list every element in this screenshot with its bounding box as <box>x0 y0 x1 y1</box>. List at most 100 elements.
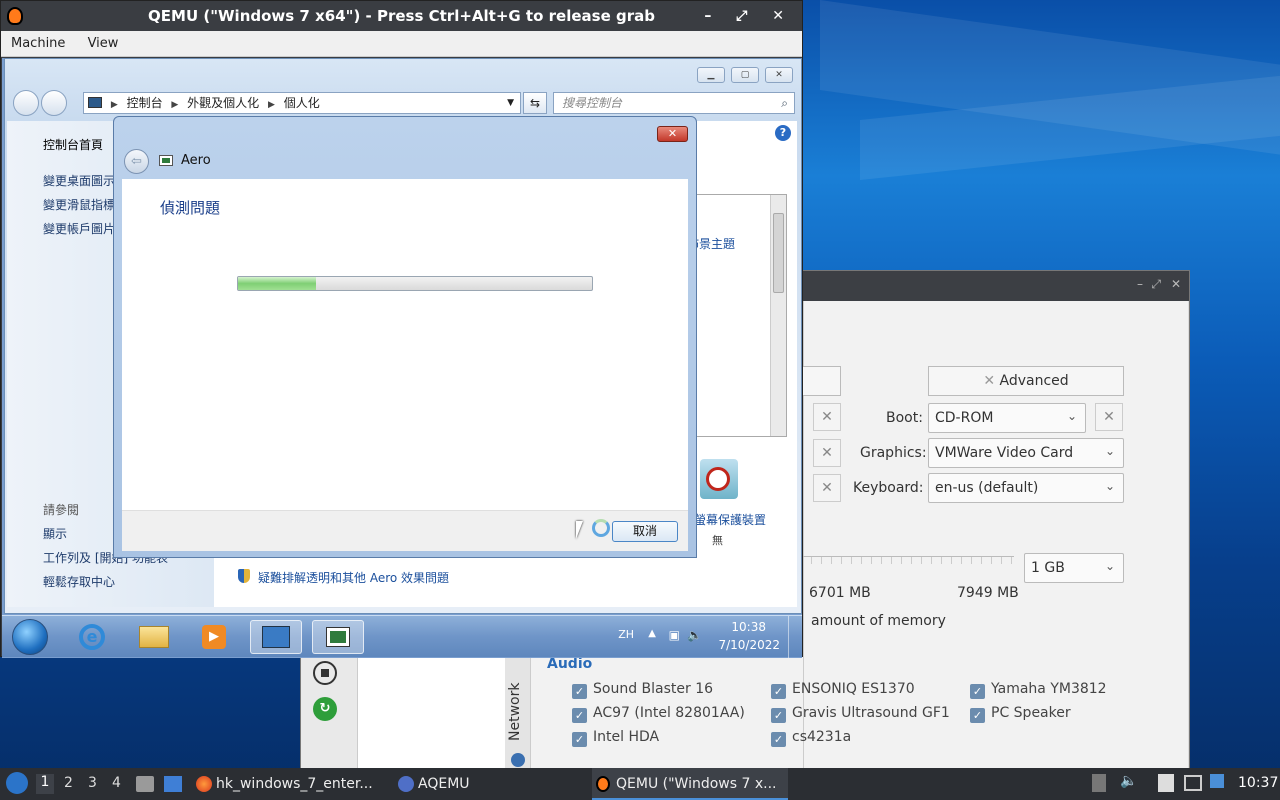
search-icon[interactable]: ⌕ <box>781 93 788 113</box>
dialog-body: 偵測問題 <box>122 179 688 510</box>
audio-checkbox[interactable]: ✓ cs4231a <box>771 729 851 747</box>
media-player-icon[interactable]: ▶ <box>188 620 240 654</box>
tools-icon[interactable]: ✕ <box>813 403 841 431</box>
back-arrow-icon[interactable]: ⇦ <box>124 149 149 174</box>
tab-network[interactable]: Network <box>505 651 531 769</box>
help-icon[interactable]: ? <box>775 125 791 141</box>
desktop-icon[interactable] <box>164 776 182 792</box>
network-icon[interactable]: ▣ <box>669 628 680 642</box>
guest-taskbar: e ▶ ZH ▲ ▣ 🔈 10:38 7/10/2022 <box>2 615 802 658</box>
boot-value: CD-ROM <box>935 410 994 426</box>
link-troubleshoot-aero[interactable]: 疑難排解透明和其他 Aero 效果問題 <box>258 569 449 586</box>
guest-clock-date[interactable]: 7/10/2022 <box>718 638 780 652</box>
shield-icon <box>238 569 250 583</box>
breadcrumb-personalization[interactable]: 個人化 <box>284 96 320 110</box>
cancel-button[interactable]: 取消 <box>612 521 678 542</box>
qemu-titlebar[interactable]: QEMU ("Windows 7 x64") - Press Ctrl+Alt+… <box>1 1 802 31</box>
audio-checkbox-label: Gravis Ultrasound GF1 <box>792 705 950 721</box>
reset-icon[interactable]: ↻ <box>313 697 337 721</box>
breadcrumb-appearance[interactable]: 外觀及個人化 <box>187 96 259 110</box>
screensaver-icon[interactable] <box>700 459 738 499</box>
link-change-desktop-icons[interactable]: 變更桌面圖示 <box>43 172 115 189</box>
theme-list[interactable]: 佈景主題 <box>687 194 787 437</box>
memory-select[interactable]: 1 GB ⌄ <box>1024 553 1124 583</box>
task-firefox[interactable]: hk_windows_7_enter... <box>192 768 388 800</box>
menu-view[interactable]: View <box>88 36 119 51</box>
tray-app-icon[interactable] <box>1092 774 1106 792</box>
maximize-button[interactable]: ▢ <box>731 67 759 83</box>
tools-icon[interactable]: ✕ <box>813 439 841 467</box>
audio-checkbox[interactable]: ✓ Intel HDA <box>572 729 659 747</box>
forward-button[interactable] <box>41 90 67 116</box>
link-control-panel-home[interactable]: 控制台首頁 <box>43 136 103 153</box>
workspace-2[interactable]: 2 <box>64 775 73 791</box>
qemu-window: QEMU ("Windows 7 x64") - Press Ctrl+Alt+… <box>0 0 803 658</box>
address-bar[interactable]: ▶ 控制台 ▶ 外觀及個人化 ▶ 個人化 ▼ <box>83 92 521 114</box>
host-clock[interactable]: 10:37 <box>1238 775 1278 791</box>
speaker-icon[interactable]: 🔈 <box>687 628 702 642</box>
boot-tools-icon[interactable]: ✕ <box>1095 403 1123 431</box>
chevron-down-icon: ⌄ <box>1066 409 1077 423</box>
chevron-down-icon[interactable]: ▼ <box>507 93 514 113</box>
scrollbar-thumb[interactable] <box>773 213 784 293</box>
host-taskbar: 1 2 3 4 hk_windows_7_enter... AQEMU QEMU… <box>0 768 1280 800</box>
control-panel-task-icon[interactable] <box>250 620 302 654</box>
chevron-up-icon[interactable]: ▲ <box>648 628 656 639</box>
guest-clock-time[interactable]: 10:38 <box>731 620 766 634</box>
screensaver-label[interactable]: 螢幕保護裝置 <box>694 511 766 528</box>
audio-checkbox[interactable]: ✓ Yamaha YM3812 <box>970 681 1107 699</box>
file-manager-icon[interactable] <box>136 776 154 792</box>
network-status-icon[interactable] <box>1184 775 1202 791</box>
troubleshooter-task-icon[interactable] <box>312 620 364 654</box>
workspace-3[interactable]: 3 <box>88 775 97 791</box>
back-button[interactable] <box>13 90 39 116</box>
graphics-value: VMWare Video Card <box>935 445 1074 461</box>
advanced-button[interactable]: ✕ Advanced <box>928 366 1124 396</box>
audio-checkbox[interactable]: ✓ PC Speaker <box>970 705 1071 723</box>
audio-checkbox[interactable]: ✓ AC97 (Intel 82801AA) <box>572 705 745 723</box>
language-indicator[interactable]: ZH <box>618 628 634 641</box>
maximize-icon[interactable]: ⤢ <box>1151 277 1161 292</box>
show-desktop-button[interactable] <box>788 616 802 658</box>
audio-checkbox-label: ENSONIQ ES1370 <box>792 681 915 697</box>
internet-explorer-icon[interactable]: e <box>66 620 118 654</box>
keyboard-select[interactable]: en-us (default) ⌄ <box>928 473 1124 503</box>
audio-checkbox[interactable]: ✓ Gravis Ultrasound GF1 <box>771 705 950 723</box>
detection-progress-bar <box>237 276 593 291</box>
workspace-4[interactable]: 4 <box>112 775 121 791</box>
checkbox-checked-icon: ✓ <box>970 684 985 699</box>
see-also-heading: 請參閱 <box>43 503 80 517</box>
task-qemu[interactable]: QEMU ("Windows 7 x... <box>592 768 788 800</box>
theme-scrollbar[interactable] <box>770 195 786 436</box>
task-aqemu[interactable]: AQEMU <box>394 768 584 800</box>
boot-select[interactable]: CD-ROM ⌄ <box>928 403 1086 433</box>
app-menu-icon[interactable] <box>6 772 28 794</box>
explorer-folder-icon[interactable] <box>128 620 180 654</box>
refresh-button[interactable]: ⇆ <box>523 92 547 114</box>
start-orb-icon[interactable] <box>12 619 48 655</box>
clipboard-icon[interactable] <box>1158 774 1174 792</box>
link-display[interactable]: 顯示 <box>43 525 67 542</box>
stop-icon[interactable] <box>313 661 337 685</box>
window-controls[interactable]: – ⤢ ✕ <box>704 1 794 31</box>
vm-list[interactable] <box>357 657 505 769</box>
notification-icon[interactable] <box>1210 774 1224 788</box>
close-button[interactable]: ✕ <box>765 67 793 83</box>
close-icon[interactable]: ✕ <box>1171 277 1181 291</box>
minimize-icon[interactable]: – <box>1137 277 1143 291</box>
memory-slider[interactable] <box>801 556 1014 564</box>
minimize-button[interactable]: ▁ <box>697 67 725 83</box>
search-input[interactable]: 搜尋控制台 ⌕ <box>553 92 795 114</box>
link-change-mouse-pointers[interactable]: 變更滑鼠指標 <box>43 196 115 213</box>
menu-machine[interactable]: Machine <box>11 36 65 51</box>
volume-icon[interactable]: 🔈 <box>1120 773 1137 789</box>
audio-checkbox[interactable]: ✓ Sound Blaster 16 <box>572 681 713 699</box>
workspace-1[interactable]: 1 <box>36 774 54 794</box>
graphics-select[interactable]: VMWare Video Card ⌄ <box>928 438 1124 468</box>
dialog-close-button[interactable]: ✕ <box>657 126 688 142</box>
audio-checkbox[interactable]: ✓ ENSONIQ ES1370 <box>771 681 915 699</box>
tools-icon[interactable]: ✕ <box>813 474 841 502</box>
link-change-account-picture[interactable]: 變更帳戶圖片 <box>43 220 115 237</box>
link-ease-of-access[interactable]: 輕鬆存取中心 <box>43 573 115 590</box>
breadcrumb-control-panel[interactable]: 控制台 <box>127 96 163 110</box>
